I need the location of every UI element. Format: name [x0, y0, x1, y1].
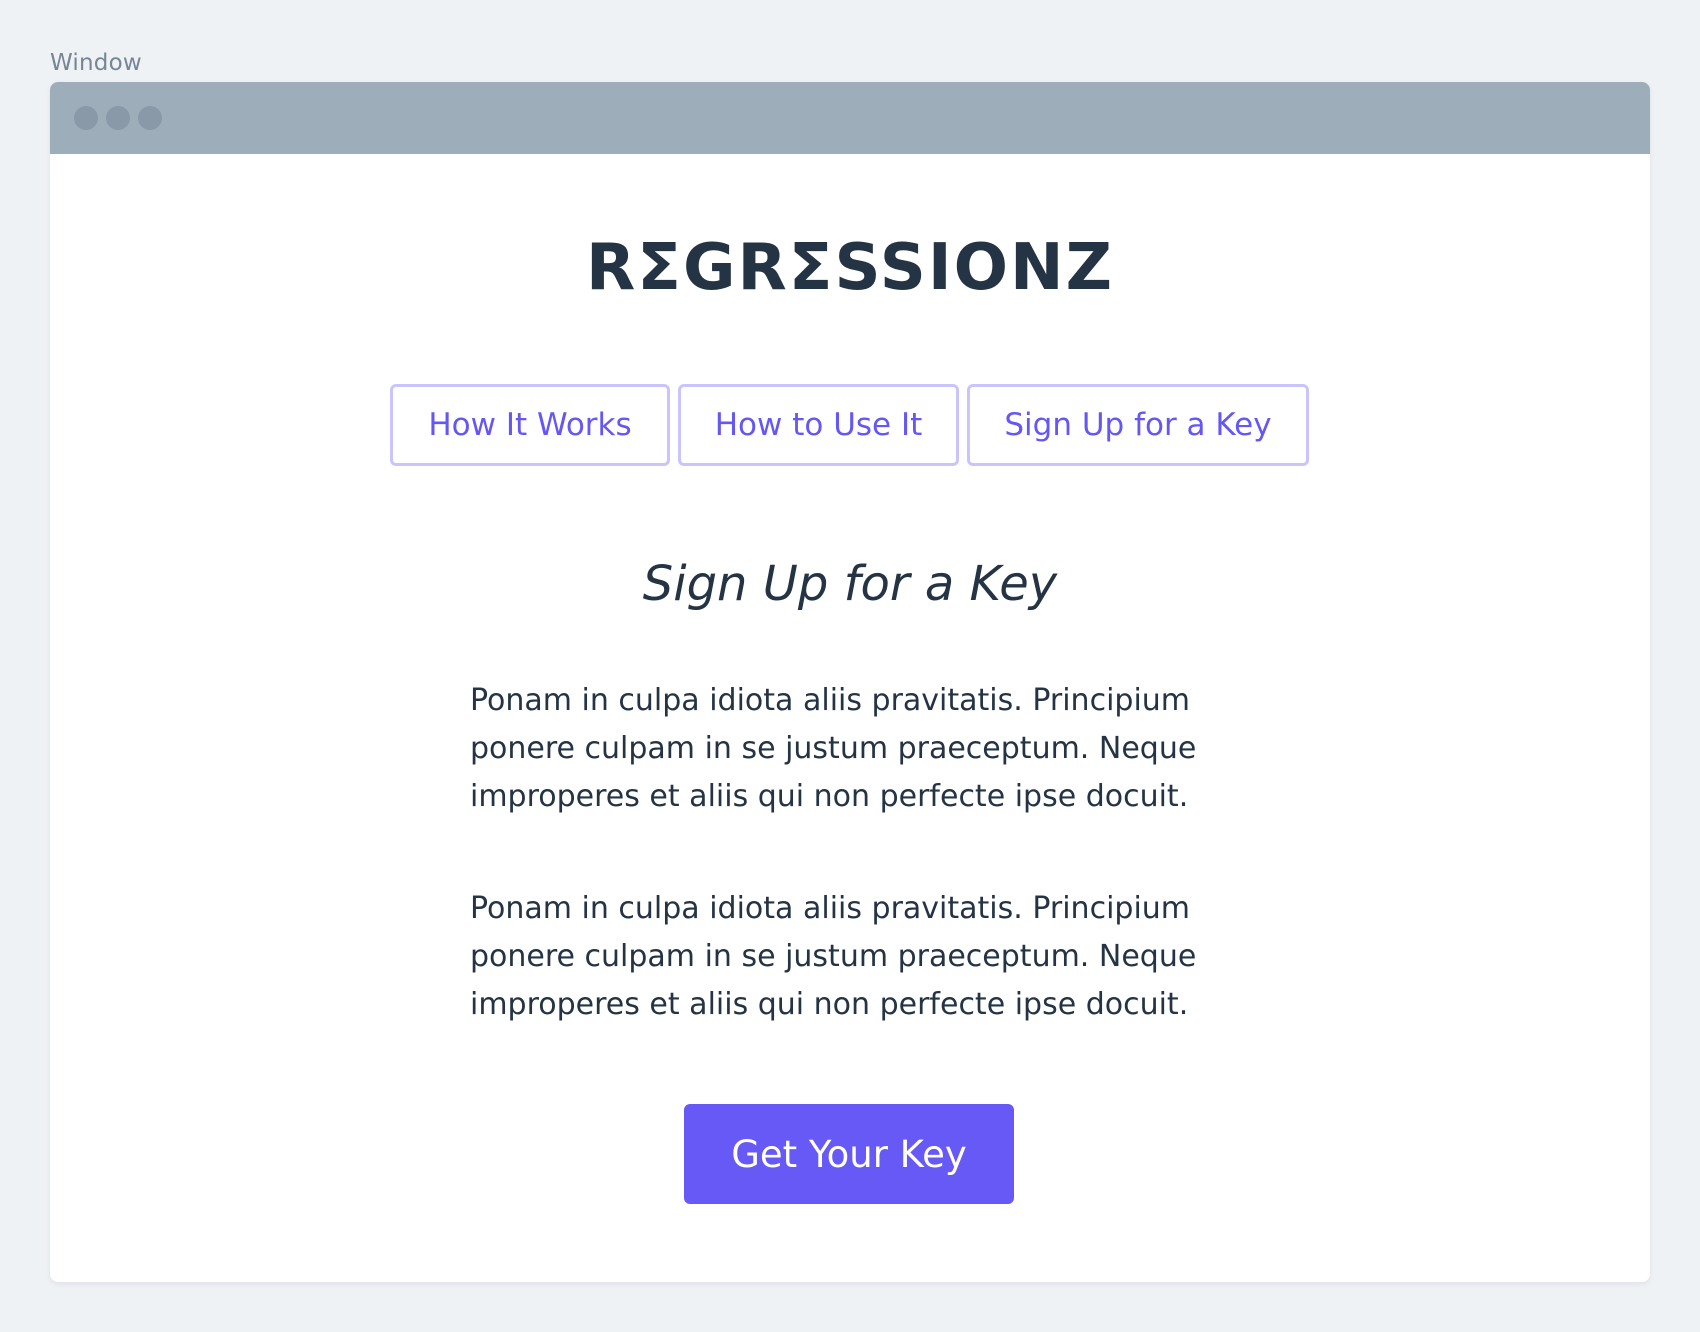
- browser-window: RΣGRΣSSIONZ How It Works How to Use It S…: [50, 82, 1650, 1282]
- body-paragraph-1: Ponam in culpa idiota aliis pravitatis. …: [470, 683, 1197, 814]
- page-content: RΣGRΣSSIONZ How It Works How to Use It S…: [50, 154, 1650, 1282]
- body-paragraph-2: Ponam in culpa idiota aliis pravitatis. …: [470, 891, 1197, 1022]
- close-window-icon[interactable]: [74, 106, 98, 130]
- window-titlebar[interactable]: [50, 82, 1650, 154]
- site-logo[interactable]: RΣGRΣSSIONZ: [50, 230, 1650, 306]
- nav-how-to-use-it[interactable]: How to Use It: [678, 384, 959, 466]
- main-nav: How It Works How to Use It Sign Up for a…: [390, 384, 1309, 466]
- minimize-window-icon[interactable]: [106, 106, 130, 130]
- nav-how-it-works[interactable]: How It Works: [390, 384, 670, 466]
- window-caption: Window: [50, 50, 142, 76]
- page-title: Sign Up for a Key: [642, 556, 1058, 612]
- get-your-key-button[interactable]: Get Your Key: [684, 1104, 1014, 1204]
- maximize-window-icon[interactable]: [138, 106, 162, 130]
- window-controls: [74, 106, 162, 130]
- nav-sign-up-for-a-key[interactable]: Sign Up for a Key: [967, 384, 1309, 466]
